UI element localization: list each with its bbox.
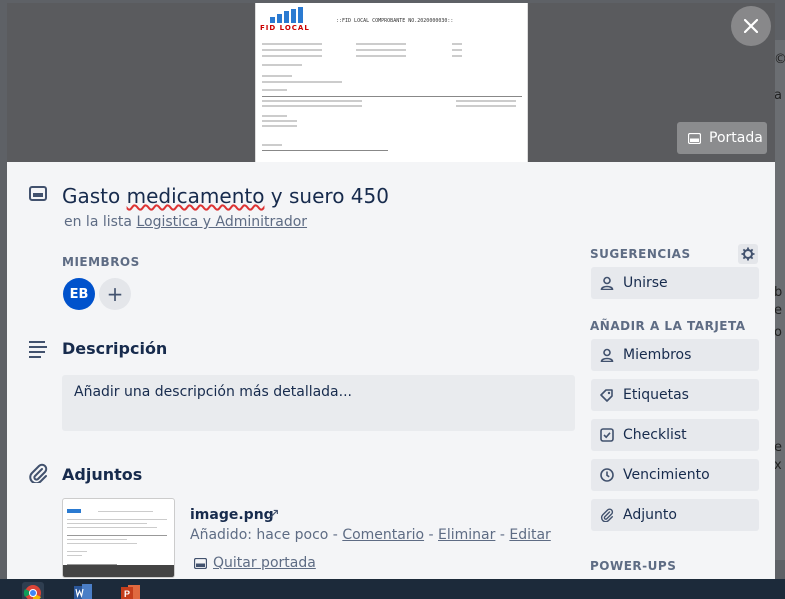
chrome-icon[interactable] <box>22 582 44 599</box>
close-icon <box>744 19 758 33</box>
card-icon <box>29 186 47 201</box>
card-cover[interactable]: FID LOCAL ::FID LOCAL COMPROBANTE NO.202… <box>7 3 775 162</box>
separator: - <box>424 527 439 543</box>
due-date-button-label: Vencimiento <box>623 467 710 483</box>
gear-button[interactable] <box>738 244 758 264</box>
checklist-icon <box>600 428 614 442</box>
avatar[interactable]: EB <box>63 278 95 310</box>
add-member-button[interactable]: + <box>99 278 131 310</box>
card-cover-icon <box>688 132 701 144</box>
attachment-meta: Añadido: hace poco - Comentario - Elimin… <box>190 527 551 543</box>
cover-button[interactable]: Portada <box>677 122 767 154</box>
word-icon[interactable] <box>72 582 94 599</box>
svg-text:P: P <box>124 589 130 599</box>
edit-link[interactable]: Editar <box>509 527 550 543</box>
checklist-button[interactable]: Checklist <box>591 419 759 451</box>
due-date-button[interactable]: Vencimiento <box>591 459 759 491</box>
labels-button[interactable]: Etiquetas <box>591 379 759 411</box>
join-label: Unirse <box>623 275 668 291</box>
members-button-label: Miembros <box>623 347 692 363</box>
comment-link[interactable]: Comentario <box>342 527 424 543</box>
list-link[interactable]: Logistica y Adminitrador <box>136 214 307 230</box>
members-label: MIEMBROS <box>62 255 140 269</box>
labels-button-label: Etiquetas <box>623 387 689 403</box>
card-cover-icon <box>194 557 207 569</box>
taskbar: P <box>0 579 785 599</box>
attachment-thumbnail[interactable] <box>62 498 175 578</box>
person-icon <box>600 348 614 362</box>
delete-link[interactable]: Eliminar <box>438 527 495 543</box>
members-button[interactable]: Miembros <box>591 339 759 371</box>
description-title: Descripción <box>62 339 168 358</box>
close-button[interactable] <box>731 6 771 46</box>
attachment-added: Añadido: hace poco - <box>190 527 343 543</box>
add-to-card-label: AÑADIR A LA TARJETA <box>590 319 746 333</box>
label-icon <box>600 389 613 402</box>
card-title-start: Gasto <box>62 184 127 208</box>
attachment-button[interactable]: Adjunto <box>591 499 759 531</box>
open-attachment-icon[interactable]: ↗ <box>268 506 280 522</box>
clock-icon <box>600 468 614 482</box>
card-title-misspelled-word: medicamento <box>126 184 265 208</box>
attachment-button-label: Adjunto <box>623 507 677 523</box>
remove-cover[interactable]: Quitar portada <box>194 555 316 571</box>
description-input[interactable]: Añadir una descripción más detallada... <box>62 375 575 431</box>
remove-cover-link[interactable]: Quitar portada <box>213 555 316 571</box>
cover-button-label: Portada <box>709 130 763 146</box>
powerups-label: POWER-UPS <box>590 559 677 573</box>
person-icon <box>600 276 614 290</box>
doc-logo-text: FID LOCAL <box>260 24 310 32</box>
doc-header: ::FID LOCAL COMPROBANTE NO.2020000030:: <box>336 18 454 24</box>
cover-image: FID LOCAL ::FID LOCAL COMPROBANTE NO.202… <box>255 3 528 162</box>
paperclip-icon <box>29 463 48 483</box>
card-title[interactable]: Gasto medicamento y suero 450 <box>62 184 389 208</box>
join-button[interactable]: Unirse <box>591 267 759 299</box>
attachment-name[interactable]: image.png <box>190 507 274 523</box>
card-detail-modal: FID LOCAL ::FID LOCAL COMPROBANTE NO.202… <box>7 3 775 579</box>
attachments-title: Adjuntos <box>62 465 143 484</box>
checklist-button-label: Checklist <box>623 427 687 443</box>
gear-icon <box>741 247 755 261</box>
list-prefix: en la lista <box>64 214 137 230</box>
description-lines-icon <box>29 341 47 358</box>
paperclip-icon <box>600 508 614 522</box>
separator: - <box>495 527 510 543</box>
suggestions-label: SUGERENCIAS <box>590 247 691 261</box>
powerpoint-icon[interactable]: P <box>120 582 142 599</box>
list-breadcrumb: en la lista Logistica y Adminitrador <box>64 214 307 230</box>
card-title-end: y suero 450 <box>264 184 389 208</box>
